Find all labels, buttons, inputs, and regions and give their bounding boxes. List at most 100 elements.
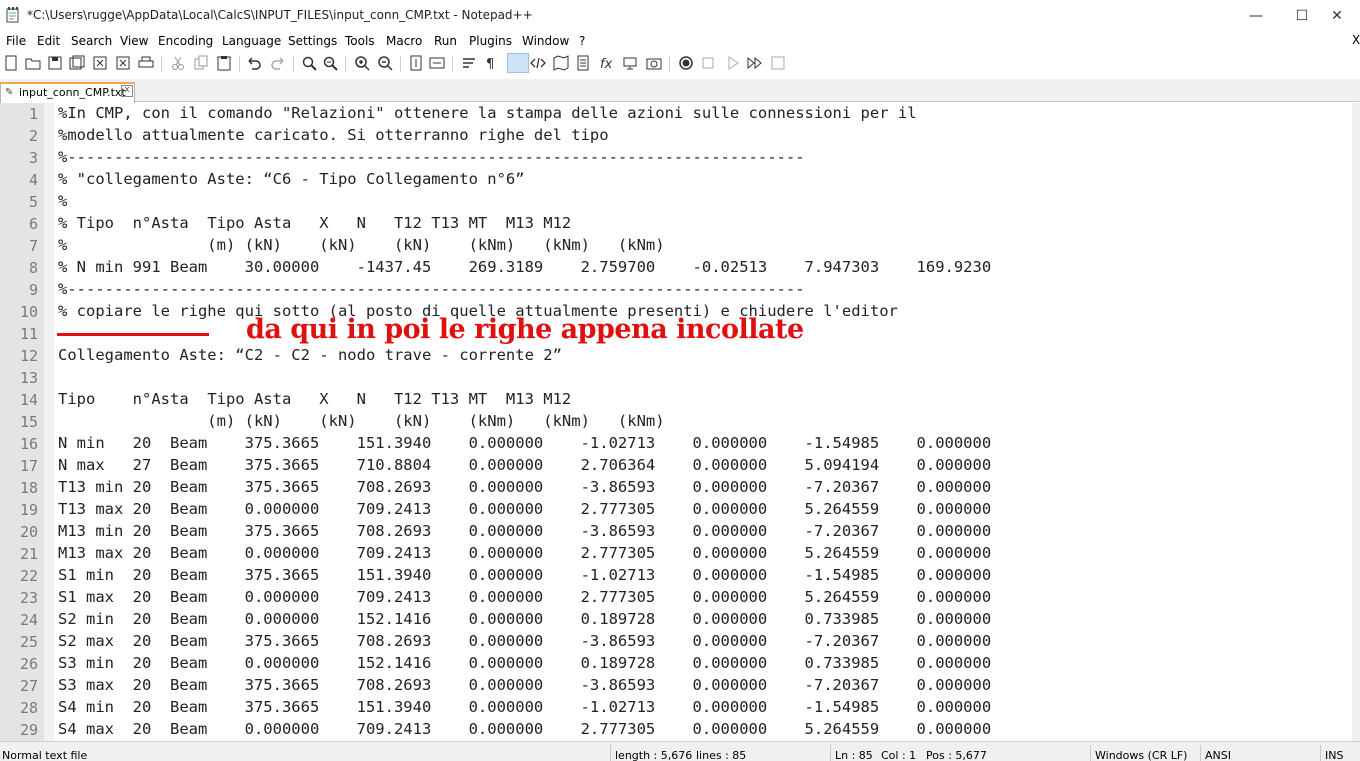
- new-file-icon[interactable]: [3, 55, 19, 71]
- document-map-icon[interactable]: [553, 55, 569, 71]
- close-window-button[interactable]: ✕: [1314, 0, 1360, 32]
- menu-view[interactable]: View: [120, 34, 148, 48]
- save-icon[interactable]: [47, 55, 63, 71]
- screenshot-icon[interactable]: [646, 55, 662, 71]
- title-bar: *C:\Users\rugge\AppData\Local\CalcS\INPU…: [0, 0, 1360, 33]
- indent-guide-icon[interactable]: [507, 53, 529, 73]
- save-macro-icon[interactable]: [770, 55, 786, 71]
- editor-line[interactable]: 4 % "collegamento Aste: “C6 - Tipo Colleg…: [0, 169, 1352, 191]
- line-text: %---------------------------------------…: [58, 280, 805, 298]
- redo-icon[interactable]: [270, 55, 286, 71]
- menu-plugins[interactable]: Plugins: [469, 34, 512, 48]
- menu-encoding[interactable]: Encoding: [158, 34, 213, 48]
- xml-tag-icon[interactable]: [530, 55, 546, 71]
- menu-edit[interactable]: Edit: [37, 34, 60, 48]
- editor-line[interactable]: 14 Tipo n°Asta Tipo Asta X N T12 T13 MT M…: [0, 389, 1352, 411]
- record-macro-icon[interactable]: [678, 55, 694, 71]
- play-macro-icon[interactable]: [725, 55, 741, 71]
- menu-macro[interactable]: Macro: [386, 34, 422, 48]
- editor-line[interactable]: 2 %modello attualmente caricato. Si otter…: [0, 125, 1352, 147]
- line-number: 26: [19, 655, 38, 673]
- paste-icon[interactable]: [216, 55, 232, 71]
- editor-line[interactable]: 26 S3 min 20 Beam 0.000000 152.1416 0.000…: [0, 653, 1352, 675]
- status-encoding[interactable]: ANSI: [1205, 749, 1231, 761]
- editor-line[interactable]: 9 %--------------------------------------…: [0, 279, 1352, 301]
- editor-line[interactable]: 23 S1 max 20 Beam 0.000000 709.2413 0.000…: [0, 587, 1352, 609]
- editor-area[interactable]: 1 %In CMP, con il comando "Relazioni" ott…: [0, 103, 1352, 741]
- editor-line[interactable]: 20 M13 min 20 Beam 375.3665 708.2693 0.00…: [0, 521, 1352, 543]
- line-number: 17: [19, 457, 38, 475]
- word-wrap-icon[interactable]: [461, 55, 477, 71]
- line-number: 8: [28, 259, 38, 277]
- menu-help[interactable]: ?: [579, 34, 585, 48]
- print-icon[interactable]: [138, 55, 154, 71]
- run-macro-multiple-icon[interactable]: [747, 55, 763, 71]
- status-ln: Ln : 85: [835, 749, 873, 761]
- editor-line[interactable]: 17 N max 27 Beam 375.3665 710.8804 0.0000…: [0, 455, 1352, 477]
- status-divider: [1090, 745, 1091, 761]
- line-text: % Tipo n°Asta Tipo Asta X N T12 T13 MT M…: [58, 214, 572, 232]
- replace-icon[interactable]: [322, 55, 338, 71]
- fx-icon[interactable]: fx: [599, 55, 615, 71]
- save-all-icon[interactable]: [69, 55, 85, 71]
- stop-macro-icon[interactable]: [700, 55, 716, 71]
- line-number: 2: [28, 127, 38, 145]
- status-eol[interactable]: Windows (CR LF): [1095, 749, 1187, 761]
- close-document-button[interactable]: X: [1352, 33, 1360, 47]
- menu-search[interactable]: Search: [71, 34, 112, 48]
- close-icon[interactable]: [92, 55, 108, 71]
- sync-vertical-icon[interactable]: [408, 55, 424, 71]
- monitoring-icon[interactable]: [622, 55, 638, 71]
- status-bar: Normal text file length : 5,676 lines : …: [0, 741, 1360, 761]
- minimize-button[interactable]: —: [1233, 0, 1279, 32]
- menu-tools[interactable]: Tools: [345, 34, 375, 48]
- editor-line[interactable]: 22 S1 min 20 Beam 375.3665 151.3940 0.000…: [0, 565, 1352, 587]
- copy-icon[interactable]: [193, 55, 209, 71]
- editor-line[interactable]: 28 S4 min 20 Beam 375.3665 151.3940 0.000…: [0, 697, 1352, 719]
- open-file-icon[interactable]: [25, 55, 41, 71]
- editor-line[interactable]: 1 %In CMP, con il comando "Relazioni" ott…: [0, 103, 1352, 125]
- menu-file[interactable]: File: [6, 34, 26, 48]
- editor-line[interactable]: 19 T13 max 20 Beam 0.000000 709.2413 0.00…: [0, 499, 1352, 521]
- menu-language[interactable]: Language: [222, 34, 281, 48]
- line-number: 16: [19, 435, 38, 453]
- editor-line[interactable]: 21 M13 max 20 Beam 0.000000 709.2413 0.00…: [0, 543, 1352, 565]
- show-all-chars-icon[interactable]: ¶: [483, 55, 499, 71]
- editor-line[interactable]: 3 %--------------------------------------…: [0, 147, 1352, 169]
- function-list-icon[interactable]: [576, 55, 592, 71]
- editor-line[interactable]: 5%: [0, 191, 1352, 213]
- line-number: 22: [19, 567, 38, 585]
- cut-icon[interactable]: [170, 55, 186, 71]
- tab-close-button[interactable]: x: [121, 85, 133, 97]
- status-mode[interactable]: INS: [1325, 749, 1343, 761]
- menu-settings[interactable]: Settings: [288, 34, 337, 48]
- editor-line[interactable]: 12 Collegamento Aste: “C2 - C2 - nodo tra…: [0, 345, 1352, 367]
- editor-line[interactable]: 13: [0, 367, 1352, 389]
- line-number: 18: [19, 479, 38, 497]
- zoom-out-icon[interactable]: [377, 55, 393, 71]
- menu-window[interactable]: Window: [522, 34, 569, 48]
- editor-line[interactable]: 8 % N min 991 Beam 30.00000 -1437.45 269.…: [0, 257, 1352, 279]
- tab-input-conn-cmp[interactable]: ✎ input_conn_CMP.txt x: [0, 82, 135, 103]
- editor-line[interactable]: 24 S2 min 20 Beam 0.000000 152.1416 0.000…: [0, 609, 1352, 631]
- editor-line[interactable]: 29 S4 max 20 Beam 0.000000 709.2413 0.000…: [0, 719, 1352, 741]
- editor-line[interactable]: 7 % (m) (kN) (kN) (kN) (kNm) (kNm) (kNm): [0, 235, 1352, 257]
- editor-line[interactable]: 18 T13 min 20 Beam 375.3665 708.2693 0.00…: [0, 477, 1352, 499]
- close-all-icon[interactable]: [115, 55, 131, 71]
- editor-line[interactable]: 15 (m) (kN) (kN) (kN) (kNm) (kNm) (kNm): [0, 411, 1352, 433]
- sync-horizontal-icon[interactable]: [429, 55, 445, 71]
- line-text: M13 max 20 Beam 0.000000 709.2413 0.0000…: [58, 544, 992, 562]
- line-number: 14: [19, 391, 38, 409]
- editor-line[interactable]: 27 S3 max 20 Beam 375.3665 708.2693 0.000…: [0, 675, 1352, 697]
- find-icon[interactable]: [301, 55, 317, 71]
- editor-line[interactable]: 16 N min 20 Beam 375.3665 151.3940 0.0000…: [0, 433, 1352, 455]
- editor-line[interactable]: 6 % Tipo n°Asta Tipo Asta X N T12 T13 MT …: [0, 213, 1352, 235]
- menu-run[interactable]: Run: [434, 34, 457, 48]
- line-number: 21: [19, 545, 38, 563]
- toolbar-separator: [239, 56, 240, 72]
- editor-line[interactable]: 25 S2 max 20 Beam 375.3665 708.2693 0.000…: [0, 631, 1352, 653]
- zoom-in-icon[interactable]: [354, 55, 370, 71]
- vertical-scrollbar[interactable]: [1352, 103, 1360, 741]
- undo-icon[interactable]: [246, 55, 262, 71]
- line-number: 15: [19, 413, 38, 431]
